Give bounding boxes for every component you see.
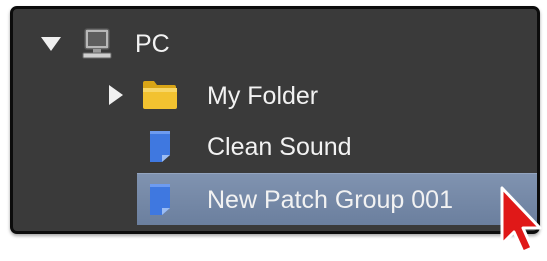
document-icon [147, 182, 173, 221]
tree-item-new-patch-group-001[interactable]: New Patch Group 001 [13, 173, 537, 225]
tree-item-my-folder[interactable]: My Folder [13, 69, 537, 121]
file-tree-panel: PC My Folder Clean Sound New Patch Group… [10, 6, 540, 234]
collapse-arrow-icon[interactable] [41, 37, 61, 51]
tree-item-pc[interactable]: PC [13, 17, 537, 69]
expand-arrow-icon[interactable] [109, 85, 123, 105]
folder-icon [141, 79, 179, 116]
tree-item-label: PC [135, 30, 170, 58]
tree-item-label: Clean Sound [207, 133, 352, 161]
tree-item-label: New Patch Group 001 [207, 186, 453, 214]
tree-item-clean-sound[interactable]: Clean Sound [13, 121, 537, 173]
document-icon [147, 129, 173, 168]
tree-item-label: My Folder [207, 82, 319, 110]
computer-icon [81, 27, 115, 66]
mouse-pointer-icon [498, 186, 544, 261]
